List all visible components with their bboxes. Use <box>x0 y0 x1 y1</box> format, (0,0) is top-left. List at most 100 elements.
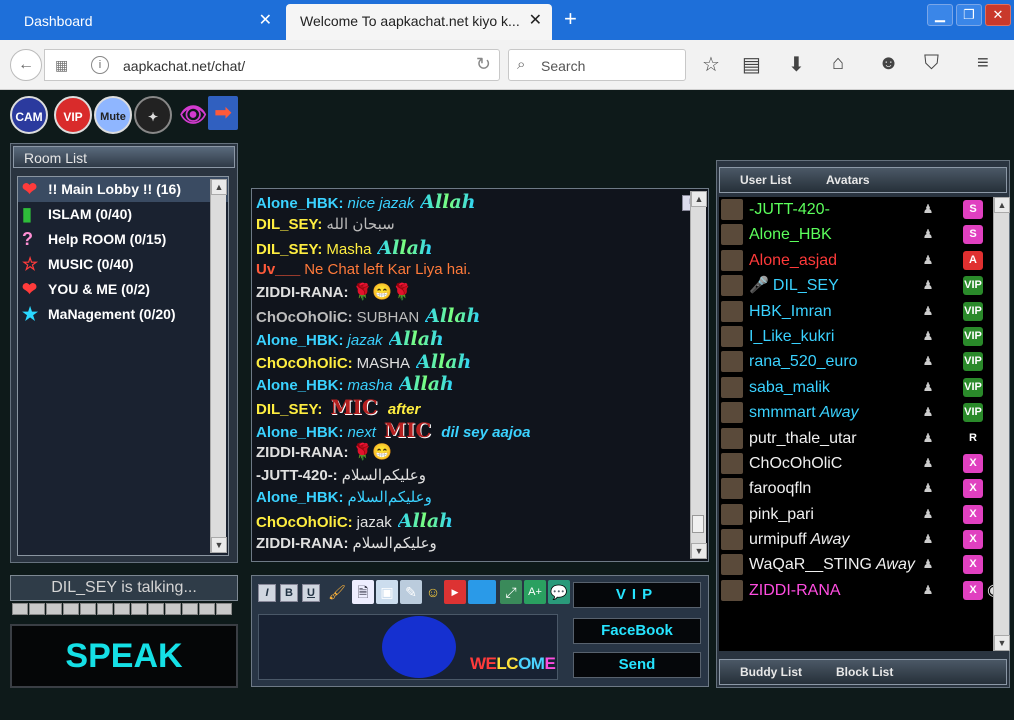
scroll-down-icon[interactable]: ▼ <box>994 635 1010 651</box>
tab-aapkachat[interactable]: Welcome To aapkachat.net kiyo k... ✕ <box>286 4 552 40</box>
chat-username[interactable]: ChOcOhOliC: <box>256 309 353 326</box>
bookmark-star-icon[interactable]: ☆ <box>702 52 720 77</box>
user-item[interactable]: ZIDDI-RANA♟X◉ <box>719 578 1009 603</box>
link-icon[interactable]: ✎ <box>400 580 422 604</box>
eye-icon[interactable]: 👁 <box>174 96 212 134</box>
new-tab-button[interactable]: + <box>564 6 577 32</box>
home-icon[interactable]: ⌂ <box>832 52 844 75</box>
user-item[interactable]: pink_pari ♟ X <box>719 502 1009 527</box>
pocket-icon[interactable]: ⛉ <box>924 52 939 75</box>
url-bar[interactable]: ▦ i aapkachat.net/chat/ ↻ <box>44 49 500 81</box>
chat-username[interactable]: Alone_HBK: <box>256 332 344 349</box>
chat-face-icon[interactable]: ☻ <box>878 52 899 75</box>
tab-block-list[interactable]: Block List <box>836 660 893 684</box>
user-item[interactable]: rana_520_euro ♟ VIP <box>719 349 1009 374</box>
user-cam-icon[interactable]: ♟ <box>920 276 936 295</box>
user-item[interactable]: putr_thale_utar ♟ R <box>719 426 1009 451</box>
user-item[interactable]: WaQaR__STING Away ♟ X <box>719 552 1009 577</box>
vip-chat-button[interactable]: VIP <box>573 582 701 608</box>
color-picker-icon[interactable] <box>468 580 496 604</box>
chat-username[interactable]: Uv___ <box>256 261 300 278</box>
close-window-button[interactable]: ✕ <box>985 4 1011 26</box>
search-input[interactable]: ⌕ Search <box>508 49 686 81</box>
user-cam-icon[interactable]: ♟ <box>920 251 936 270</box>
user-cam-icon[interactable]: ♟ <box>920 479 936 498</box>
image-icon[interactable]: ▣ <box>376 580 398 604</box>
user-item[interactable]: saba_malik ♟ VIP <box>719 375 1009 400</box>
chat-username[interactable]: Alone_HBK: <box>256 195 344 212</box>
user-item[interactable]: Alone_asjad ♟ A <box>719 248 1009 273</box>
user-item[interactable]: ChOcOhOliC ♟ X <box>719 451 1009 476</box>
back-arrow-icon[interactable]: ← <box>10 49 42 81</box>
user-cam-icon[interactable]: ♟ <box>920 530 936 549</box>
user-cam-icon[interactable]: ♟ <box>920 352 936 371</box>
room-item[interactable]: ▮ ISLAM (0/40) <box>18 202 228 227</box>
chat-username[interactable]: Alone_HBK: <box>256 424 344 441</box>
tab-avatars[interactable]: Avatars <box>826 168 870 192</box>
speech-bubble-icon[interactable]: 💬 <box>548 580 570 604</box>
underline-button[interactable]: U <box>302 584 320 602</box>
chat-username[interactable]: -JUTT-420-: <box>256 467 338 484</box>
chat-username[interactable]: ChOcOhOliC: <box>256 514 353 531</box>
user-cam-icon[interactable]: ♟ <box>920 403 936 422</box>
scroll-down-icon[interactable]: ▼ <box>211 537 227 553</box>
speak-button[interactable]: SPEAK <box>10 624 238 688</box>
room-item[interactable]: ★ MaNagement (0/20) <box>18 302 228 327</box>
user-item[interactable]: farooqfln ♟ X <box>719 476 1009 501</box>
user-cam-icon[interactable]: ♟ <box>920 327 936 346</box>
smiley-icon[interactable]: ☺ <box>422 580 444 604</box>
facebook-button[interactable]: FaceBook <box>573 618 701 644</box>
tab-user-list[interactable]: User List <box>740 168 791 192</box>
room-item[interactable]: ❤ YOU & ME (0/2) <box>18 277 228 302</box>
italic-button[interactable]: I <box>258 584 276 602</box>
room-list-scrollbar[interactable]: ▲ ▼ <box>210 179 227 553</box>
chat-username[interactable]: DIL_SEY: <box>256 216 322 233</box>
user-cam-icon[interactable]: ♟ <box>920 581 936 600</box>
scroll-up-icon[interactable]: ▲ <box>691 191 707 207</box>
chat-username[interactable]: Alone_HBK: <box>256 377 344 394</box>
game-icon[interactable]: ✦ <box>134 96 172 134</box>
chat-username[interactable]: DIL_SEY: <box>256 401 322 418</box>
youtube-icon[interactable]: ▶ <box>444 580 466 604</box>
exit-icon[interactable]: ➡ <box>208 96 238 130</box>
maximize-window-button[interactable]: ❐ <box>956 4 982 26</box>
site-grid-icon[interactable]: ▦ <box>55 57 68 74</box>
bold-button[interactable]: B <box>280 584 298 602</box>
scroll-down-icon[interactable]: ▼ <box>691 543 707 559</box>
room-item[interactable]: ? Help ROOM (0/15) <box>18 227 228 252</box>
chat-scrollbar[interactable]: ▲ ▼ <box>690 191 707 559</box>
vip-button[interactable]: VIP <box>54 96 92 134</box>
chat-username[interactable]: ZIDDI-RANA: <box>256 284 348 301</box>
room-item[interactable]: ☆ MUSIC (0/40) <box>18 252 228 277</box>
chat-username[interactable]: ZIDDI-RANA: <box>256 535 348 552</box>
user-cam-icon[interactable]: ♟ <box>920 454 936 473</box>
user-cam-icon[interactable]: ♟ <box>920 225 936 244</box>
minimize-window-button[interactable]: ▁ <box>927 4 953 26</box>
reload-icon[interactable]: ↻ <box>476 54 491 75</box>
tab-buddy-list[interactable]: Buddy List <box>740 660 802 684</box>
url-text[interactable]: aapkachat.net/chat/ <box>123 58 245 74</box>
user-item[interactable]: urmipuff Away ♟ X <box>719 527 1009 552</box>
mute-button[interactable]: Mute <box>94 96 132 134</box>
reading-list-icon[interactable]: ▤ <box>742 52 761 77</box>
chat-username[interactable]: DIL_SEY: <box>256 241 322 258</box>
tab-close-icon[interactable]: ✕ <box>529 4 542 38</box>
chat-username[interactable]: Alone_HBK: <box>256 489 344 506</box>
document-icon[interactable]: 🗎 <box>352 580 374 604</box>
tab-dashboard[interactable]: Dashboard ✕ <box>10 4 282 40</box>
room-item[interactable]: ❤ !! Main Lobby !! (16) <box>18 177 228 202</box>
paint-brush-icon[interactable]: 🖌 <box>326 580 348 604</box>
user-cam-icon[interactable]: ♟ <box>920 302 936 321</box>
user-cam-icon[interactable]: ♟ <box>920 200 936 219</box>
chat-username[interactable]: ChOcOhOliC: <box>256 355 353 372</box>
user-item[interactable]: smmmart Away ♟ VIP <box>719 400 1009 425</box>
user-item[interactable]: HBK_Imran ♟ VIP <box>719 299 1009 324</box>
user-cam-icon[interactable]: ♟ <box>920 429 936 448</box>
user-cam-icon[interactable]: ♟ <box>920 555 936 574</box>
user-item[interactable]: -JUTT-420- ♟ S <box>719 197 1009 222</box>
font-size-icon[interactable]: A+ <box>524 580 546 604</box>
send-button[interactable]: Send <box>573 652 701 678</box>
menu-icon[interactable]: ≡ <box>977 52 989 75</box>
resize-icon[interactable]: ⤢ <box>500 580 522 604</box>
user-item[interactable]: Alone_HBK ♟ S <box>719 222 1009 247</box>
